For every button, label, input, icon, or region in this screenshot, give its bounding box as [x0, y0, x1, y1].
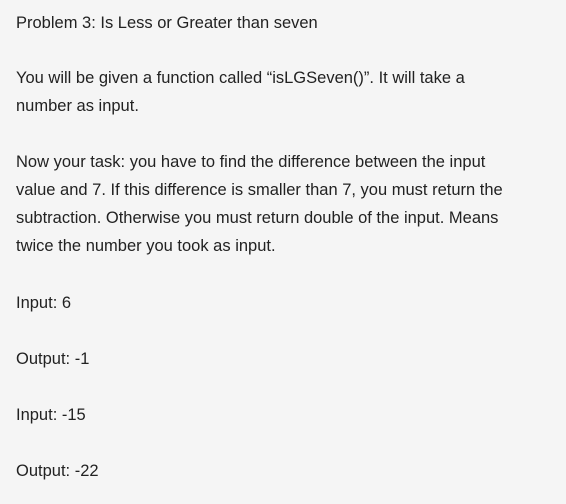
problem-title: Problem 3: Is Less or Greater than seven: [16, 14, 318, 32]
task-paragraph: Now your task: you have to find the diff…: [16, 148, 566, 260]
intro-line: You will be given a function called “isL…: [16, 69, 465, 87]
example-output: Output: -1: [16, 350, 90, 368]
problem-document: Problem 3: Is Less or Greater than seven…: [0, 0, 566, 504]
example-output: Output: -22: [16, 462, 99, 480]
task-line: value and 7. If this difference is small…: [16, 181, 503, 199]
example-input: Input: -15: [16, 406, 86, 424]
intro-paragraph: You will be given a function called “isL…: [16, 64, 566, 120]
task-line: subtraction. Otherwise you must return d…: [16, 209, 499, 227]
example-input: Input: 6: [16, 294, 72, 312]
task-line: twice the number you took as input.: [16, 237, 276, 255]
intro-line: number as input.: [16, 97, 139, 115]
task-line: Now your task: you have to find the diff…: [16, 153, 486, 171]
